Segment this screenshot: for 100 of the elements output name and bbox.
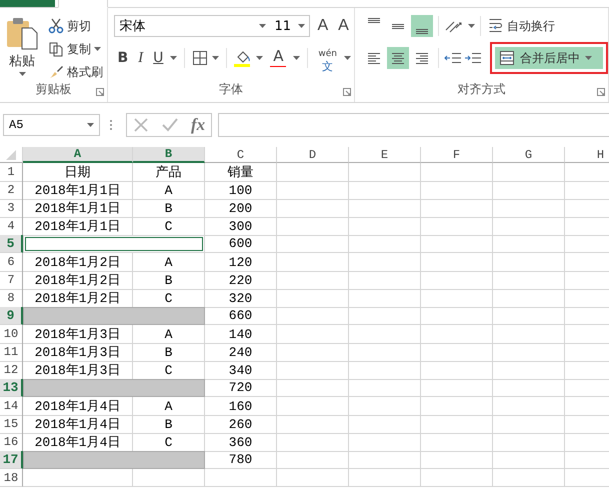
row-header[interactable]: 17 xyxy=(0,451,23,469)
empty-cell[interactable] xyxy=(493,343,565,362)
copy-button[interactable]: 复制 xyxy=(46,39,105,59)
wrap-text-button[interactable]: 自动换行 xyxy=(486,16,557,36)
column-header[interactable]: F xyxy=(421,147,493,163)
empty-cell[interactable] xyxy=(421,469,493,487)
empty-cell[interactable] xyxy=(277,307,349,325)
dialog-launcher-icon[interactable] xyxy=(597,88,605,96)
column-header[interactable]: B xyxy=(133,147,205,163)
empty-cell[interactable] xyxy=(493,199,565,218)
empty-cell[interactable] xyxy=(277,397,349,416)
row-header[interactable]: 1 xyxy=(0,163,23,182)
empty-cell[interactable] xyxy=(349,433,421,452)
empty-cell[interactable] xyxy=(349,379,421,397)
empty-cell[interactable] xyxy=(349,271,421,290)
empty-cell[interactable] xyxy=(493,289,565,308)
phonetic-button[interactable]: wén 文 xyxy=(315,47,340,69)
row-header[interactable]: 9 xyxy=(0,307,23,325)
empty-cell[interactable] xyxy=(421,415,493,434)
empty-cell[interactable] xyxy=(493,415,565,434)
empty-cell[interactable] xyxy=(493,217,565,236)
empty-cell[interactable] xyxy=(349,325,421,344)
empty-cell[interactable] xyxy=(277,271,349,290)
row-header[interactable]: 11 xyxy=(0,343,23,362)
empty-cell[interactable] xyxy=(277,181,349,200)
empty-cell[interactable] xyxy=(277,451,349,469)
check-icon[interactable] xyxy=(161,116,179,132)
empty-cell[interactable] xyxy=(421,343,493,362)
empty-cell[interactable] xyxy=(349,415,421,434)
empty-cell[interactable] xyxy=(421,307,493,325)
row-header[interactable]: 7 xyxy=(0,271,23,290)
row-header[interactable]: 3 xyxy=(0,199,23,218)
column-header[interactable]: E xyxy=(349,147,421,163)
empty-cell[interactable] xyxy=(421,181,493,200)
empty-cell[interactable] xyxy=(23,469,133,487)
empty-cell[interactable] xyxy=(349,163,421,182)
empty-cell[interactable] xyxy=(421,289,493,308)
empty-cell[interactable] xyxy=(421,451,493,469)
empty-cell[interactable] xyxy=(277,199,349,218)
empty-cell[interactable] xyxy=(421,361,493,380)
empty-cell[interactable] xyxy=(349,343,421,362)
empty-cell[interactable] xyxy=(277,361,349,380)
row-header[interactable]: 5 xyxy=(0,235,23,253)
empty-cell[interactable] xyxy=(421,253,493,272)
horizontal-align-button[interactable] xyxy=(387,47,409,69)
column-header[interactable]: A xyxy=(23,147,133,163)
empty-cell[interactable] xyxy=(277,325,349,344)
empty-cell[interactable] xyxy=(493,361,565,380)
column-header[interactable]: D xyxy=(277,147,349,163)
dialog-launcher-icon[interactable] xyxy=(96,88,104,96)
column-header[interactable]: G xyxy=(493,147,565,163)
row-header[interactable]: 6 xyxy=(0,253,23,272)
empty-cell[interactable] xyxy=(421,325,493,344)
empty-cell[interactable] xyxy=(349,397,421,416)
merge-center-button[interactable]: 合并后居中 xyxy=(495,47,603,69)
empty-cell[interactable] xyxy=(493,235,565,253)
empty-cell[interactable] xyxy=(277,343,349,362)
formula-input[interactable] xyxy=(218,112,609,136)
merged-cell[interactable] xyxy=(23,379,205,397)
row-header[interactable]: 18 xyxy=(0,469,23,487)
bold-button[interactable]: B xyxy=(114,47,132,69)
empty-cell[interactable] xyxy=(349,361,421,380)
font-name-dropdown[interactable]: 宋体 xyxy=(114,15,272,37)
empty-cell[interactable] xyxy=(493,163,565,182)
empty-cell[interactable] xyxy=(277,163,349,182)
empty-cell[interactable] xyxy=(349,217,421,236)
empty-cell[interactable] xyxy=(493,379,565,397)
empty-cell[interactable] xyxy=(277,289,349,308)
empty-cell[interactable] xyxy=(493,307,565,325)
shrink-font-button[interactable]: A xyxy=(335,15,352,37)
empty-cell[interactable] xyxy=(421,271,493,290)
increase-indent-icon[interactable] xyxy=(464,50,482,66)
fill-color-icon[interactable] xyxy=(234,49,252,67)
empty-cell[interactable] xyxy=(349,235,421,253)
column-header[interactable]: C xyxy=(205,147,277,163)
empty-cell[interactable] xyxy=(277,253,349,272)
empty-cell[interactable] xyxy=(493,253,565,272)
empty-cell[interactable] xyxy=(493,271,565,290)
font-size-dropdown[interactable]: 11 xyxy=(270,15,310,37)
empty-cell[interactable] xyxy=(493,325,565,344)
empty-cell[interactable] xyxy=(421,433,493,452)
row-header[interactable]: 10 xyxy=(0,325,23,344)
cut-button[interactable]: 剪切 xyxy=(46,16,105,36)
empty-cell[interactable] xyxy=(349,469,421,487)
empty-cell[interactable] xyxy=(349,307,421,325)
row-header[interactable]: 14 xyxy=(0,397,23,416)
merged-cell[interactable] xyxy=(23,307,205,325)
empty-cell[interactable] xyxy=(421,163,493,182)
vertical-align-button[interactable] xyxy=(411,15,433,37)
empty-cell[interactable] xyxy=(421,199,493,218)
empty-cell[interactable] xyxy=(493,433,565,452)
empty-cell[interactable] xyxy=(421,379,493,397)
empty-cell[interactable] xyxy=(133,469,205,487)
empty-cell[interactable] xyxy=(493,451,565,469)
empty-cell[interactable] xyxy=(421,397,493,416)
empty-cell[interactable] xyxy=(349,253,421,272)
empty-cell[interactable] xyxy=(277,415,349,434)
italic-button[interactable]: I xyxy=(135,47,146,69)
empty-cell[interactable] xyxy=(277,235,349,253)
row-header[interactable]: 15 xyxy=(0,415,23,434)
